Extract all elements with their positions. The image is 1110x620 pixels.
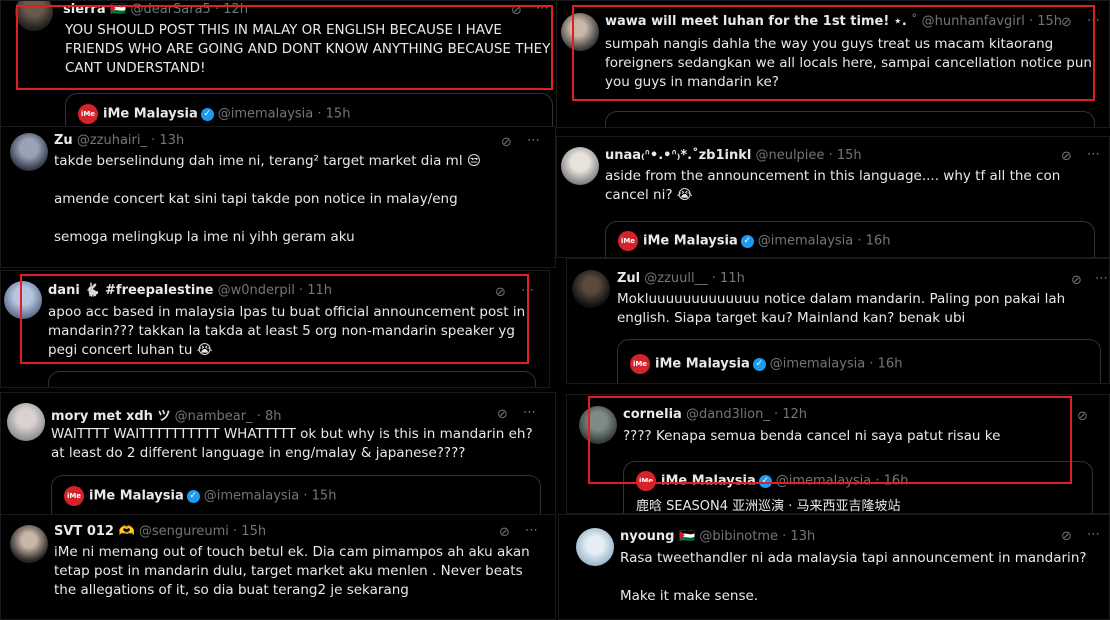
grok-icon[interactable]: ⊘ (497, 407, 508, 422)
grok-icon[interactable]: ⊘ (501, 135, 512, 150)
tweet-text: WAITTTT WAITTTTTTTTTT WHATTTTT ok but wh… (51, 426, 537, 461)
quote-timestamp[interactable]: · 16h (857, 234, 890, 249)
timestamp[interactable]: · 13h (782, 529, 815, 544)
quote-timestamp[interactable]: · 16h (869, 357, 902, 372)
tweet-card[interactable]: SVT 012 🫶 @sengureumi · 15h ⊘ ⋯ iMe ni m… (0, 514, 556, 620)
avatar[interactable] (10, 133, 48, 171)
more-icon[interactable]: ⋯ (1087, 527, 1100, 542)
timestamp[interactable]: · 15h (829, 148, 862, 163)
more-icon[interactable]: ⋯ (1087, 147, 1100, 162)
more-icon[interactable]: ⋯ (525, 523, 538, 538)
tweet-card[interactable]: mory met xdh ツ @nambear_ · 8h ⊘ ⋯ WAITTT… (0, 392, 556, 516)
author-name[interactable]: Zul (617, 271, 640, 286)
tweet-card[interactable]: Zul @zzuull__ · 11h ⊘ ⋯ Mokluuuuuuuuuuuu… (566, 258, 1110, 384)
quote-author-handle[interactable]: @imemalaysia (770, 357, 866, 372)
author-handle[interactable]: @neulpiee (755, 148, 824, 163)
author-name[interactable]: mory met xdh ツ (51, 409, 170, 424)
quote-author-name[interactable]: iMe Malaysia (103, 107, 198, 122)
timestamp[interactable]: · 8h (257, 409, 282, 424)
grok-icon[interactable]: ⊘ (1071, 273, 1082, 288)
author-handle[interactable]: @bibinotme (699, 529, 778, 544)
author-name[interactable]: SVT 012 🫶 (54, 524, 135, 539)
quote-author-handle[interactable]: @imemalaysia (218, 107, 314, 122)
highlight-box (588, 396, 1072, 484)
tweet-card[interactable]: nyoung 🇵🇸 @bibinotme · 13h ⊘ ⋯ Rasa twee… (558, 514, 1110, 620)
verified-badge-icon: ✓ (740, 234, 754, 248)
quote-timestamp[interactable]: · 15h (317, 107, 350, 122)
more-icon[interactable]: ⋯ (523, 405, 536, 420)
author-name[interactable]: Zu (54, 133, 73, 148)
tweet-card[interactable]: unaa₍ᐢ•.•ᐢ₎*.˚zb1inkl @neulpiee · 15h ⊘ … (556, 136, 1110, 258)
highlight-box (572, 5, 1095, 101)
more-icon[interactable]: ⋯ (1095, 271, 1108, 286)
author-handle[interactable]: @zzuull__ (644, 271, 707, 286)
quoted-tweet[interactable]: iMe iMe Malaysia ✓ @imemalaysia · 15h (51, 475, 541, 515)
quote-author-name[interactable]: iMe Malaysia (655, 357, 750, 372)
quoted-tweet[interactable] (605, 111, 1095, 127)
timestamp[interactable]: · 11h (712, 271, 745, 286)
avatar[interactable] (10, 525, 48, 563)
author-name[interactable]: nyoung 🇵🇸 (620, 529, 695, 544)
author-handle[interactable]: @zzuhairi_ (77, 133, 147, 148)
author-name[interactable]: unaa₍ᐢ•.•ᐢ₎*.˚zb1inkl (605, 148, 751, 163)
tweet-text: aside from the announcement in this lang… (605, 168, 1065, 203)
tweet-text: takde berselindung dah ime ni, terang² t… (54, 153, 481, 245)
quote-author-name[interactable]: iMe Malaysia (643, 234, 738, 249)
author-handle[interactable]: @nambear_ (175, 409, 253, 424)
tweet-text: iMe ni memang out of touch betul ek. Dia… (54, 544, 534, 598)
avatar[interactable] (7, 403, 45, 441)
verified-badge-icon: ✓ (186, 489, 200, 503)
ime-logo: iMe (630, 354, 650, 374)
grok-icon[interactable]: ⊘ (1077, 409, 1088, 424)
tweet-text: Mokluuuuuuuuuuuuu notice dalam mandarin.… (617, 291, 1070, 326)
quoted-tweet[interactable]: iMe iMe Malaysia ✓ @imemalaysia · 15h (65, 93, 553, 127)
grok-icon[interactable]: ⊘ (1061, 149, 1072, 164)
timestamp[interactable]: · 15h (233, 524, 266, 539)
avatar[interactable] (576, 528, 614, 566)
quoted-tweet[interactable]: iMe iMe Malaysia ✓ @imemalaysia · 16h (605, 221, 1095, 257)
ime-logo: iMe (618, 231, 638, 251)
quote-timestamp[interactable]: · 15h (303, 489, 336, 504)
quote-author-name[interactable]: iMe Malaysia (89, 489, 184, 504)
ime-logo: iMe (64, 486, 84, 506)
more-icon[interactable]: ⋯ (527, 133, 540, 148)
verified-badge-icon: ✓ (752, 357, 766, 371)
quote-author-handle[interactable]: @imemalaysia (758, 234, 854, 249)
tweet-text: Rasa tweethandler ni ada malaysia tapi a… (620, 550, 1087, 604)
highlight-box (20, 274, 529, 364)
highlight-box (16, 5, 553, 90)
avatar[interactable] (561, 147, 599, 185)
author-handle[interactable]: @sengureumi (139, 524, 229, 539)
quoted-tweet[interactable]: iMe iMe Malaysia ✓ @imemalaysia · 16h (617, 339, 1101, 383)
quote-text: 鹿晗 SEASON4 亚洲巡演 · 马来西亚吉隆坡站 (636, 499, 901, 514)
quoted-tweet[interactable] (48, 371, 536, 387)
verified-badge-icon: ✓ (200, 107, 214, 121)
grok-icon[interactable]: ⊘ (499, 525, 510, 540)
grok-icon[interactable]: ⊘ (1061, 529, 1072, 544)
avatar[interactable] (572, 270, 610, 308)
quote-author-handle[interactable]: @imemalaysia (204, 489, 300, 504)
timestamp[interactable]: · 13h (151, 133, 184, 148)
tweet-card[interactable]: Zu @zzuhairi_ · 13h ⊘ ⋯ takde berselindu… (0, 126, 556, 268)
ime-logo: iMe (78, 104, 98, 124)
